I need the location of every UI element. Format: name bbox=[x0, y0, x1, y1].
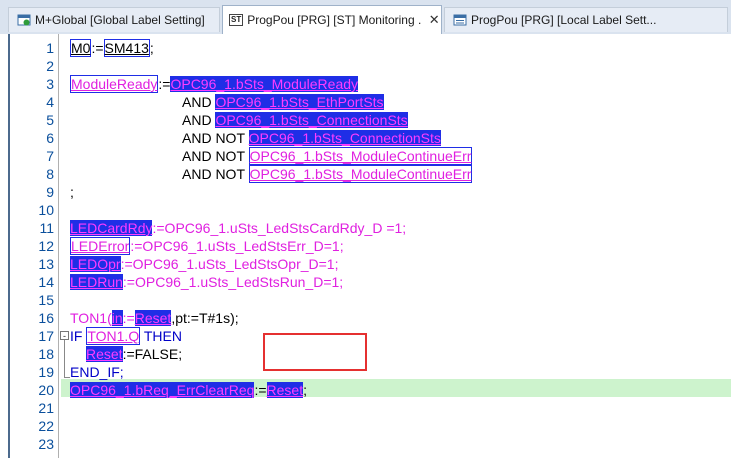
variable-led-opr[interactable]: LEDOpr bbox=[70, 256, 121, 272]
keyword-end-if: END_IF; bbox=[70, 364, 124, 380]
variable-led-error[interactable]: LEDError bbox=[70, 237, 131, 255]
code-line-11[interactable]: LEDCardRdy:=OPC96_1.uSts_LedStsCardRdy_D… bbox=[70, 219, 406, 237]
code-line-5[interactable]: AND OPC96_1.bSts_ConnectionSts bbox=[182, 111, 408, 129]
variable-led-card-rdy[interactable]: LEDCardRdy bbox=[70, 220, 153, 236]
code-line-16[interactable]: TON1(in:=Reset,pt:=T#1s); bbox=[70, 309, 239, 327]
line-number: 5 bbox=[46, 112, 54, 128]
highlight-annotation-box bbox=[263, 333, 367, 371]
expression: :=OPC96_1.uSts_LedStsRun_D=1; bbox=[122, 274, 344, 290]
variable-sm413[interactable]: SM413 bbox=[103, 39, 150, 57]
line-number: 2 bbox=[46, 58, 54, 74]
keyword-and-not: AND NOT bbox=[182, 130, 249, 146]
line-number: 10 bbox=[38, 202, 54, 218]
st-icon: ST bbox=[229, 14, 244, 26]
line-number: 17 bbox=[38, 328, 54, 344]
variable-bsts-connectionsts[interactable]: OPC96_1.bSts_ConnectionSts bbox=[215, 112, 408, 128]
global-label-icon bbox=[17, 14, 31, 26]
keyword-and: AND bbox=[182, 112, 216, 128]
tab-label: ProgPou [PRG] [ST] Monitoring ... bbox=[247, 13, 422, 27]
expression: :=OPC96_1.uSts_LedStsOpr_D=1; bbox=[120, 256, 339, 272]
variable-bsts-connectionsts[interactable]: OPC96_1.bSts_ConnectionSts bbox=[248, 130, 441, 146]
operator: := bbox=[254, 382, 267, 398]
line-number: 18 bbox=[38, 346, 54, 362]
expression: ,pt:=T#1s); bbox=[171, 310, 239, 326]
st-code-editor[interactable]: 1 2 3 4 5 6 7 8 9 10 11 12 13 14 15 16 1… bbox=[0, 34, 731, 458]
line-number: 22 bbox=[38, 418, 54, 434]
line-number: 1 bbox=[46, 40, 54, 56]
variable-ton1-q[interactable]: TON1.Q bbox=[86, 327, 141, 345]
line-number: 11 bbox=[39, 220, 54, 236]
line-number: 15 bbox=[38, 292, 54, 308]
line-number: 19 bbox=[38, 364, 54, 380]
keyword-and: AND bbox=[182, 94, 216, 110]
line-number: 8 bbox=[46, 166, 54, 182]
operator: := bbox=[122, 310, 135, 326]
keyword-and-not: AND NOT bbox=[182, 166, 249, 182]
fold-guide-line bbox=[64, 340, 65, 377]
line-number: 13 bbox=[38, 256, 54, 272]
code-line-18[interactable]: Reset:=FALSE; bbox=[86, 345, 182, 363]
code-line-6[interactable]: AND NOT OPC96_1.bSts_ConnectionSts bbox=[182, 129, 441, 147]
line-number: 7 bbox=[46, 148, 54, 164]
function-block-ton1: TON1( bbox=[70, 310, 112, 326]
line-number: 16 bbox=[38, 310, 54, 326]
semicolon: ; bbox=[70, 184, 74, 200]
expression: :=OPC96_1.uSts_LedStsErr_D=1; bbox=[130, 238, 344, 254]
variable-reset[interactable]: Reset bbox=[266, 382, 304, 398]
code-line-1[interactable]: M0:=SM413; bbox=[70, 39, 154, 57]
variable-module-ready[interactable]: ModuleReady bbox=[70, 75, 159, 93]
variable-breq-errclearreq[interactable]: OPC96_1.bReq_ErrClearReq bbox=[70, 382, 255, 398]
semicolon: ; bbox=[303, 382, 307, 398]
variable-reset[interactable]: Reset bbox=[134, 310, 172, 326]
local-label-icon bbox=[453, 14, 467, 26]
keyword-and-not: AND NOT bbox=[182, 148, 249, 164]
tab-label: ProgPou [PRG] [Local Label Sett... bbox=[471, 13, 657, 27]
code-line-12[interactable]: LEDError:=OPC96_1.uSts_LedStsErr_D=1; bbox=[70, 237, 344, 255]
variable-m0[interactable]: M0 bbox=[70, 39, 92, 57]
line-number: 23 bbox=[38, 436, 54, 452]
tab-bar: M+Global [Global Label Setting] ST ProgP… bbox=[0, 0, 731, 34]
variable-bsts-ethportsts[interactable]: OPC96_1.bSts_EthPortSts bbox=[215, 94, 384, 110]
code-line-9[interactable]: ; bbox=[70, 183, 74, 201]
variable-bsts-module-ready[interactable]: OPC96_1.bSts_ModuleReady bbox=[170, 76, 359, 92]
operator: := bbox=[91, 40, 104, 56]
gutter-divider bbox=[58, 34, 59, 458]
fold-toggle-icon[interactable]: - bbox=[60, 331, 69, 341]
tab-st-monitoring[interactable]: ST ProgPou [PRG] [ST] Monitoring ... ✕ bbox=[222, 5, 442, 34]
line-number: 4 bbox=[46, 94, 54, 110]
code-line-20[interactable]: OPC96_1.bReq_ErrClearReq:=Reset; bbox=[70, 381, 307, 399]
tab-local-label-setting[interactable]: ProgPou [PRG] [Local Label Sett... bbox=[444, 7, 728, 32]
line-number: 12 bbox=[38, 238, 54, 254]
code-line-13[interactable]: LEDOpr:=OPC96_1.uSts_LedStsOpr_D=1; bbox=[70, 255, 339, 273]
line-number: 14 bbox=[38, 274, 54, 290]
tab-global-label-setting[interactable]: M+Global [Global Label Setting] bbox=[8, 7, 220, 32]
expression: :=OPC96_1.uSts_LedStsCardRdy_D =1; bbox=[152, 220, 407, 236]
line-number: 6 bbox=[46, 130, 54, 146]
expression: :=FALSE; bbox=[122, 346, 183, 362]
variable-bsts-module-continue-err[interactable]: OPC96_1.bSts_ModuleContinueErr bbox=[248, 147, 473, 165]
code-line-14[interactable]: LEDRun:=OPC96_1.uSts_LedStsRun_D=1; bbox=[70, 273, 343, 291]
parameter-in[interactable]: in bbox=[111, 310, 123, 326]
line-number: 3 bbox=[46, 76, 54, 92]
operator: := bbox=[158, 76, 171, 92]
variable-led-run[interactable]: LEDRun bbox=[70, 274, 123, 290]
variable-reset[interactable]: Reset bbox=[86, 346, 123, 362]
code-line-7[interactable]: AND NOT OPC96_1.bSts_ModuleContinueErr bbox=[182, 147, 473, 165]
semicolon: ; bbox=[149, 40, 154, 56]
code-line-8[interactable]: AND NOT OPC96_1.bSts_ModuleContinueErr bbox=[182, 165, 473, 183]
line-number: 21 bbox=[38, 400, 54, 416]
code-line-19[interactable]: END_IF; bbox=[70, 363, 124, 381]
code-line-17[interactable]: IF TON1.Q THEN bbox=[70, 327, 182, 345]
close-icon[interactable]: ✕ bbox=[428, 12, 442, 28]
code-line-3[interactable]: ModuleReady:=OPC96_1.bSts_ModuleReady bbox=[70, 75, 359, 93]
keyword-then: THEN bbox=[140, 328, 182, 344]
code-line-4[interactable]: AND OPC96_1.bSts_EthPortSts bbox=[182, 93, 384, 111]
line-number: 9 bbox=[46, 184, 54, 200]
line-number: 20 bbox=[38, 382, 54, 398]
variable-bsts-module-continue-err[interactable]: OPC96_1.bSts_ModuleContinueErr bbox=[248, 165, 473, 183]
tab-label: M+Global [Global Label Setting] bbox=[35, 13, 205, 27]
keyword-if: IF bbox=[70, 328, 87, 344]
